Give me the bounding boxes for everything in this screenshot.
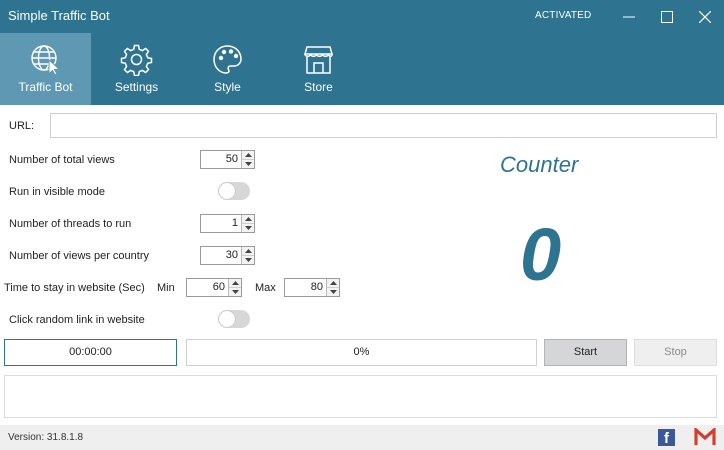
counter-label: Counter [500, 152, 579, 177]
gear-icon [120, 44, 153, 76]
spin-up-button[interactable] [242, 247, 254, 255]
chevron-down-icon [231, 290, 239, 294]
nav-label: Store [304, 80, 333, 94]
spin-up-button[interactable] [242, 151, 254, 159]
toggle-knob [219, 183, 235, 199]
total-views-value: 50 [225, 153, 238, 165]
views-per-country-value: 30 [225, 249, 238, 261]
counter-value: 0 [520, 213, 562, 296]
spin-down-button[interactable] [229, 287, 241, 296]
chevron-up-icon [244, 153, 252, 157]
spin-up-button[interactable] [327, 279, 339, 287]
gmail-icon[interactable] [694, 428, 716, 446]
visible-mode-toggle[interactable] [218, 182, 250, 200]
nav-label: Traffic Bot [18, 80, 73, 94]
minimize-icon [623, 16, 635, 17]
nav-store[interactable]: Store [273, 33, 364, 105]
progress-bar: 0% [186, 339, 537, 366]
maximize-icon [661, 10, 673, 23]
window-title: Simple Traffic Bot [8, 8, 110, 23]
threads-stepper[interactable]: 1 [200, 214, 255, 233]
nav-style[interactable]: Style [182, 33, 273, 105]
url-input[interactable] [50, 113, 717, 138]
chevron-up-icon [329, 281, 337, 285]
spin-down-button[interactable] [242, 223, 254, 232]
max-time-stepper[interactable]: 80 [284, 278, 340, 297]
chevron-up-icon [244, 217, 252, 221]
close-button[interactable] [685, 0, 724, 33]
chevron-down-icon [329, 290, 337, 294]
stop-button[interactable]: Stop [634, 339, 717, 366]
max-label: Max [255, 282, 276, 294]
toggle-knob [219, 311, 235, 327]
version-text: Version: 31.8.1.8 [8, 432, 84, 443]
max-time-value: 80 [310, 281, 323, 293]
chevron-up-icon [244, 249, 252, 253]
total-views-label: Number of total views [9, 154, 115, 166]
nav-traffic-bot[interactable]: Traffic Bot [0, 33, 91, 105]
store-icon [304, 46, 333, 74]
views-per-country-label: Number of views per country [9, 250, 149, 262]
views-per-country-stepper[interactable]: 30 [200, 246, 255, 265]
chevron-down-icon [244, 258, 252, 262]
progress-text: 0% [353, 346, 370, 358]
random-link-toggle[interactable] [218, 310, 250, 328]
log-output[interactable] [4, 375, 717, 418]
chevron-up-icon [231, 281, 239, 285]
globe-cursor-icon [31, 45, 61, 76]
facebook-icon[interactable]: f [658, 429, 675, 446]
min-label: Min [157, 282, 175, 294]
spin-down-button[interactable] [327, 287, 339, 296]
min-time-value: 60 [212, 281, 225, 293]
status-footer: Version: 31.8.1.8 f [0, 425, 724, 450]
spin-up-button[interactable] [242, 215, 254, 223]
nav-label: Settings [114, 80, 159, 94]
elapsed-time: 00:00:00 [4, 339, 177, 366]
random-link-label: Click random link in website [9, 314, 145, 326]
chevron-down-icon [244, 226, 252, 230]
nav-label: Style [214, 80, 241, 94]
threads-value: 1 [231, 217, 238, 229]
spin-down-button[interactable] [242, 255, 254, 264]
title-bar: Simple Traffic Bot ACTIVATED [0, 0, 724, 33]
spin-up-button[interactable] [229, 279, 241, 287]
main-nav: Traffic Bot Settings Style Store [0, 33, 724, 105]
stay-time-label: Time to stay in website (Sec) [4, 282, 145, 294]
visible-mode-label: Run in visible mode [9, 186, 105, 198]
minimize-button[interactable] [609, 0, 649, 33]
chevron-down-icon [244, 162, 252, 166]
start-button[interactable]: Start [544, 339, 627, 366]
total-views-stepper[interactable]: 50 [200, 150, 255, 169]
threads-label: Number of threads to run [9, 218, 132, 230]
activation-status: ACTIVATED [535, 10, 592, 21]
palette-icon [213, 45, 242, 74]
close-icon [699, 10, 711, 23]
url-label: URL: [9, 120, 35, 132]
min-time-stepper[interactable]: 60 [186, 278, 242, 297]
nav-settings[interactable]: Settings [91, 33, 182, 105]
spin-down-button[interactable] [242, 159, 254, 168]
maximize-button[interactable] [647, 0, 687, 33]
